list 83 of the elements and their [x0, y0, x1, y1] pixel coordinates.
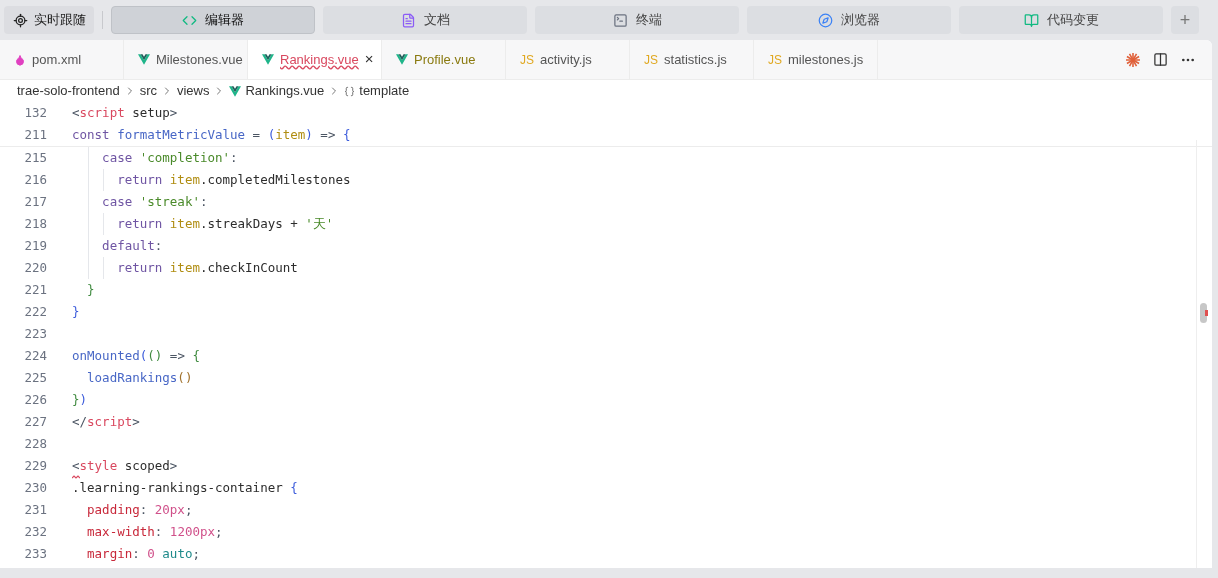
browser-icon — [818, 12, 833, 28]
code-line: return item.checkInCount — [116, 258, 298, 277]
line-number: 225 — [23, 368, 47, 387]
js-file-label: JS — [644, 51, 658, 69]
code-line: }) — [72, 390, 88, 409]
file-name: pom.xml — [32, 50, 82, 69]
line-number: 223 — [23, 324, 47, 343]
line-number: 211 — [23, 125, 47, 144]
droplet-icon — [14, 53, 26, 66]
line-number: 217 — [23, 192, 47, 211]
top-tab[interactable]: 代码变更 — [959, 6, 1163, 34]
code-line: case 'completion': — [101, 148, 238, 167]
vue-logo-icon — [229, 85, 242, 97]
code-line: const formatMetricValue = (item) => { — [72, 125, 351, 144]
line-number: 222 — [23, 302, 47, 321]
code-line: return item.streakDays + '天' — [116, 214, 334, 233]
breadcrumb-item[interactable]: Rankings.vue — [245, 81, 325, 101]
close-icon[interactable]: × — [364, 48, 374, 71]
braces-icon — [344, 85, 356, 97]
top-tab[interactable]: 终端 — [535, 6, 739, 34]
docs-icon — [400, 12, 416, 28]
code-line: padding: 20px; — [86, 500, 193, 519]
line-number: 218 — [23, 214, 47, 233]
sparkle-icon — [1125, 51, 1141, 68]
code-line: onMounted(() => { — [72, 346, 200, 365]
file-tab[interactable]: JS milestones.js — [754, 40, 878, 79]
file-name: Profile.vue — [414, 50, 476, 69]
vue-logo-icon — [262, 54, 274, 65]
breadcrumb-item[interactable]: trae-solo-frontend — [17, 81, 120, 101]
code-line: </script> — [72, 412, 140, 431]
code-line: } — [72, 302, 80, 321]
crosshair-icon — [12, 12, 28, 28]
line-number: 224 — [23, 346, 47, 365]
vue-logo-icon — [396, 54, 408, 65]
code-line: margin: 0 auto; — [86, 544, 200, 563]
line-number: 132 — [23, 103, 47, 122]
line-number: 219 — [23, 236, 47, 255]
line-number: 229 — [23, 456, 47, 475]
code-line: <script setup> — [72, 103, 178, 122]
file-name: Milestones.vue — [156, 50, 243, 69]
code-line: max-width: 1200px; — [86, 522, 223, 541]
code-line: default: — [101, 236, 163, 255]
file-tab[interactable]: Rankings.vue × — [248, 40, 382, 79]
file-tab[interactable]: JS activity.js — [506, 40, 630, 79]
file-tab[interactable]: pom.xml — [0, 40, 124, 79]
file-name: activity.js — [540, 50, 592, 69]
vue-logo-icon — [138, 54, 150, 65]
line-number: 228 — [23, 434, 47, 453]
js-file-label: JS — [768, 51, 782, 69]
follow-button[interactable]: 实时跟随 — [4, 6, 94, 34]
line-number: 233 — [23, 544, 47, 563]
line-number: 221 — [23, 280, 47, 299]
code-line: .learning-rankings-container { — [72, 478, 298, 497]
breadcrumb-item[interactable]: template — [359, 81, 410, 101]
code-line: loadRankings() — [86, 368, 193, 387]
line-number: 230 — [23, 478, 47, 497]
line-number: 227 — [23, 412, 47, 431]
line-number: 226 — [23, 390, 47, 409]
file-tab[interactable]: JS statistics.js — [630, 40, 754, 79]
top-tab[interactable]: 编辑器 — [111, 6, 315, 34]
breadcrumb-item[interactable]: views — [176, 81, 210, 101]
line-number: 220 — [23, 258, 47, 277]
error-marker — [1205, 310, 1208, 316]
breadcrumb-item[interactable]: src — [139, 81, 157, 101]
code-line: case 'streak': — [101, 192, 208, 211]
file-name: milestones.js — [788, 50, 864, 69]
scrollbar-thumb[interactable] — [1200, 303, 1207, 323]
file-name: statistics.js — [664, 50, 727, 69]
file-tab[interactable]: Profile.vue — [382, 40, 506, 79]
line-number: 232 — [23, 522, 47, 541]
top-tab[interactable]: 浏览器 — [747, 6, 951, 34]
code-line: } — [86, 280, 95, 299]
line-number: 216 — [23, 170, 47, 189]
terminal-icon — [612, 12, 628, 28]
split-editor-icon[interactable] — [1153, 52, 1168, 67]
code-line: <style scoped> — [72, 456, 178, 476]
code-line: return item.completedMilestones — [116, 170, 351, 189]
file-name: Rankings.vue — [280, 50, 359, 69]
line-number: 215 — [23, 148, 47, 167]
top-tab[interactable]: 文档 — [323, 6, 527, 34]
js-file-label: JS — [520, 51, 534, 69]
changes-icon — [1023, 12, 1039, 28]
line-number: 231 — [23, 500, 47, 519]
